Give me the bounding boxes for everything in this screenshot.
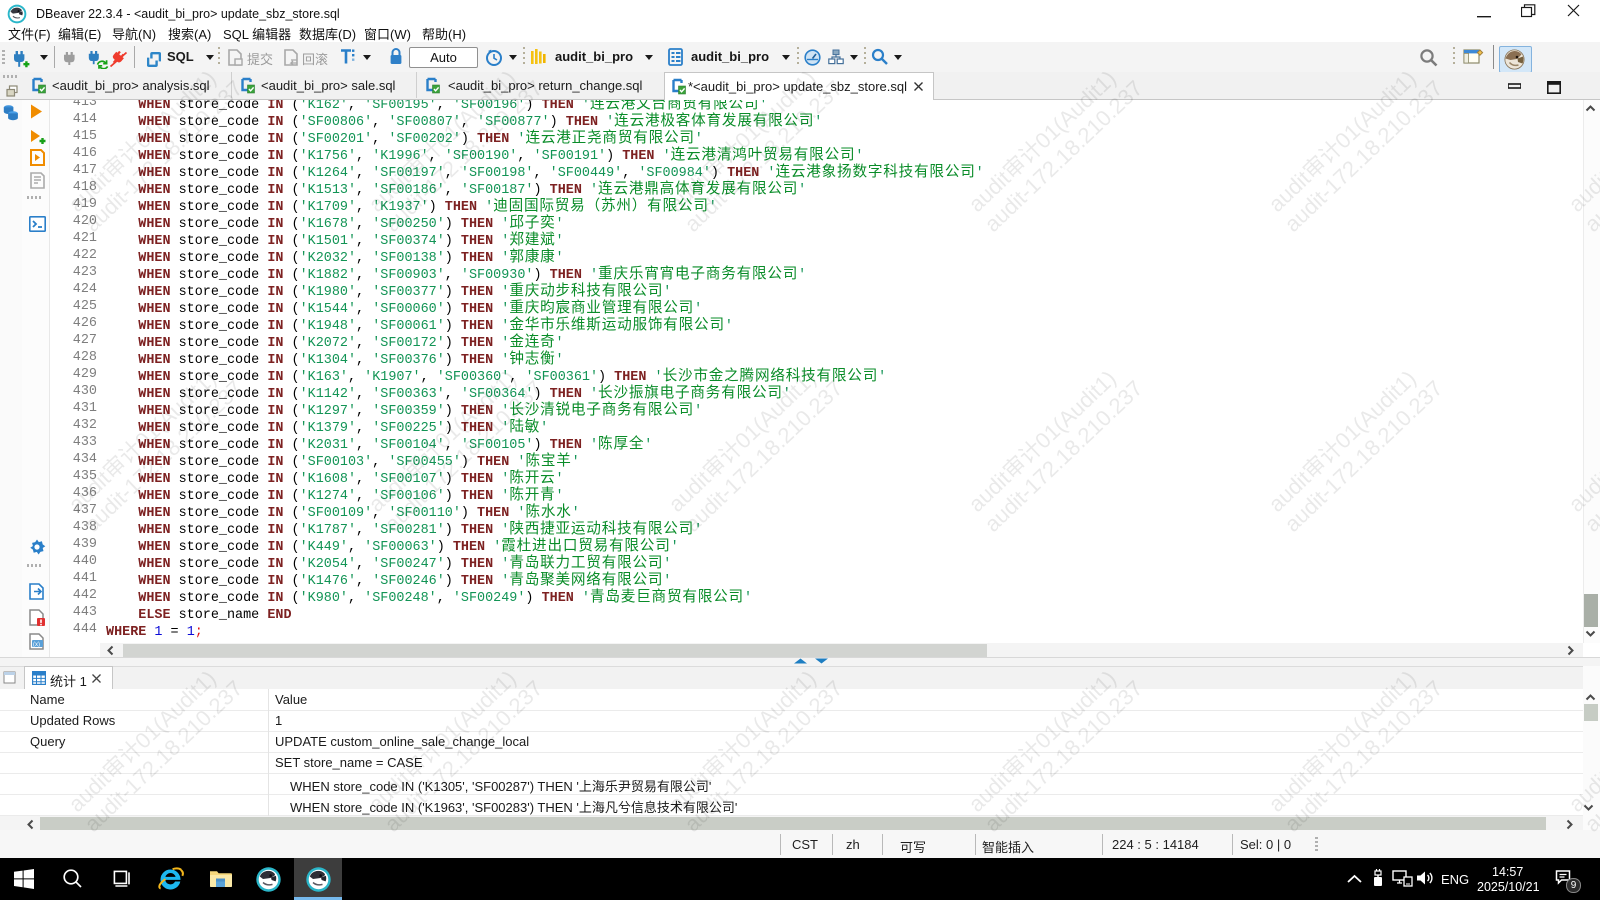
svg-text:(x): (x) bbox=[33, 642, 40, 648]
